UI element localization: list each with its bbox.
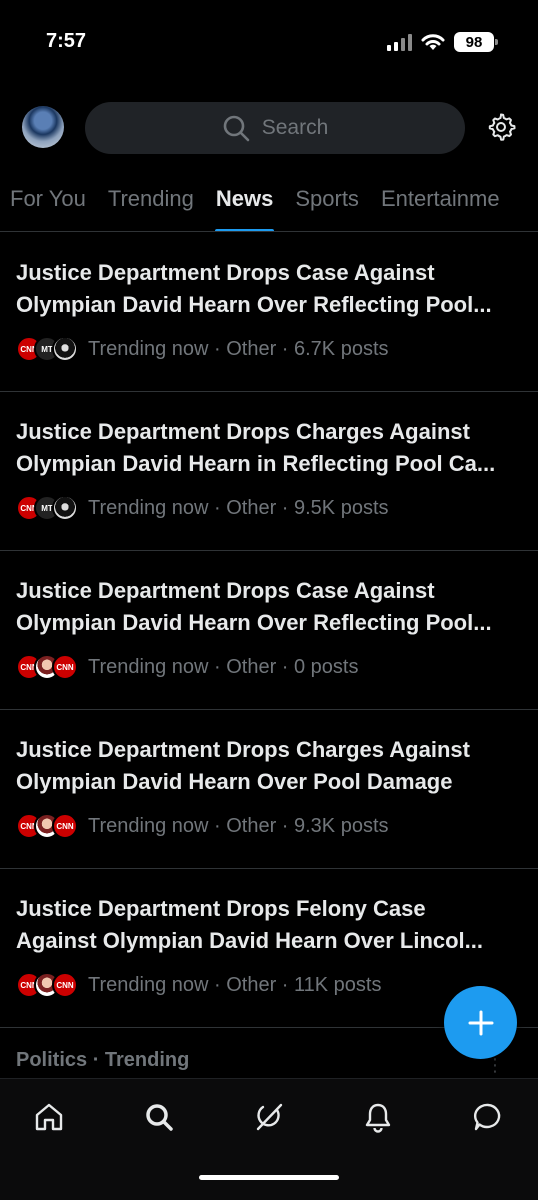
gear-icon[interactable] xyxy=(486,112,516,142)
news-meta-text: Trending now · Other · 9.5K posts xyxy=(88,496,389,519)
headline-line-2: Against Olympian David Hearn Over Lincol… xyxy=(16,928,484,953)
tab-entertainment[interactable]: Entertainme xyxy=(370,180,511,231)
tab-for-you[interactable]: For You xyxy=(0,180,97,231)
news-headline: Justice Department Drops Charges Against… xyxy=(16,416,522,480)
bottom-nav xyxy=(0,1078,538,1200)
news-headline: Justice Department Drops Case Against Ol… xyxy=(16,575,522,639)
news-item[interactable]: Justice Department Drops Case Against Ol… xyxy=(0,233,538,392)
news-meta: CNN CNN Trending now · Other · 0 posts xyxy=(16,654,522,680)
headline-line-1: Justice Department Drops Case Against xyxy=(16,578,435,603)
headline-line-1: Justice Department Drops Case Against xyxy=(16,260,435,285)
headline-line-1: Justice Department Drops Charges Against xyxy=(16,737,470,762)
news-meta-text: Trending now · Other · 11K posts xyxy=(88,973,382,996)
status-bar: 7:57 98 xyxy=(0,0,538,88)
source-logos: CNN CNN xyxy=(16,813,80,839)
news-meta: CNN MT Trending now · Other · 6.7K posts xyxy=(16,336,522,362)
news-feed: Justice Department Drops Case Against Ol… xyxy=(0,233,538,1028)
source-logos: CNN CNN xyxy=(16,654,80,680)
cnn-logo-icon: CNN xyxy=(52,813,78,839)
headline-line-1: Justice Department Drops Felony Case xyxy=(16,896,426,921)
battery-level: 98 xyxy=(465,33,483,51)
search-input[interactable]: Search xyxy=(85,102,465,154)
home-icon[interactable] xyxy=(33,1101,65,1133)
news-meta: CNN CNN Trending now · Other · 11K posts xyxy=(16,972,522,998)
search-placeholder: Search xyxy=(261,116,329,139)
headline-line-2: Olympian David Hearn in Reflecting Pool … xyxy=(16,451,496,476)
search-icon xyxy=(223,115,250,142)
battery-icon: 98 xyxy=(454,32,498,52)
bell-icon[interactable] xyxy=(362,1101,394,1133)
home-indicator xyxy=(199,1175,339,1180)
messages-icon[interactable] xyxy=(472,1101,504,1133)
cnn-logo-icon: CNN xyxy=(52,654,78,680)
headline-line-1: Justice Department Drops Charges Against xyxy=(16,419,470,444)
source-logos: CNN MT xyxy=(16,336,80,362)
source-logos: CNN MT xyxy=(16,495,80,521)
news-meta: CNN MT Trending now · Other · 9.5K posts xyxy=(16,495,522,521)
tab-news[interactable]: News xyxy=(205,180,284,231)
tab-sports[interactable]: Sports xyxy=(284,180,370,231)
search-tab-icon[interactable] xyxy=(143,1101,175,1133)
status-time: 7:57 xyxy=(46,30,87,52)
header: Search xyxy=(0,100,538,156)
source-logos: CNN CNN xyxy=(16,972,80,998)
cnn-logo-icon: CNN xyxy=(52,972,78,998)
headline-line-2: Olympian David Hearn Over Reflecting Poo… xyxy=(16,292,492,317)
news-meta-text: Trending now · Other · 6.7K posts xyxy=(88,337,389,360)
more-options-icon[interactable]: ⋮ xyxy=(486,1055,504,1076)
trend-context: Politics · Trending xyxy=(16,1049,190,1071)
news-headline: Justice Department Drops Case Against Ol… xyxy=(16,257,522,321)
news-headline: Justice Department Drops Felony Case Aga… xyxy=(16,893,522,957)
cellular-signal-icon xyxy=(387,33,412,51)
avatar[interactable] xyxy=(22,106,64,148)
source-avatar-icon xyxy=(52,495,78,521)
news-meta-text: Trending now · Other · 0 posts xyxy=(88,655,359,678)
tab-trending[interactable]: Trending xyxy=(97,180,205,231)
source-avatar-icon xyxy=(52,336,78,362)
headline-line-2: Olympian David Hearn Over Pool Damage xyxy=(16,769,453,794)
news-headline: Justice Department Drops Charges Against… xyxy=(16,734,522,798)
headline-line-2: Olympian David Hearn Over Reflecting Poo… xyxy=(16,610,492,635)
news-item[interactable]: Justice Department Drops Charges Against… xyxy=(0,710,538,869)
status-icons: 98 xyxy=(387,32,498,52)
news-meta: CNN CNN Trending now · Other · 9.3K post… xyxy=(16,813,522,839)
news-item[interactable]: Justice Department Drops Case Against Ol… xyxy=(0,551,538,710)
news-meta-text: Trending now · Other · 9.3K posts xyxy=(88,814,389,837)
plus-icon xyxy=(468,1010,493,1035)
tab-bar: For You Trending News Sports Entertainme xyxy=(0,180,538,232)
compose-button[interactable] xyxy=(444,986,517,1059)
wifi-icon xyxy=(421,34,445,50)
news-item[interactable]: Justice Department Drops Charges Against… xyxy=(0,392,538,551)
grok-icon[interactable] xyxy=(253,1101,285,1133)
